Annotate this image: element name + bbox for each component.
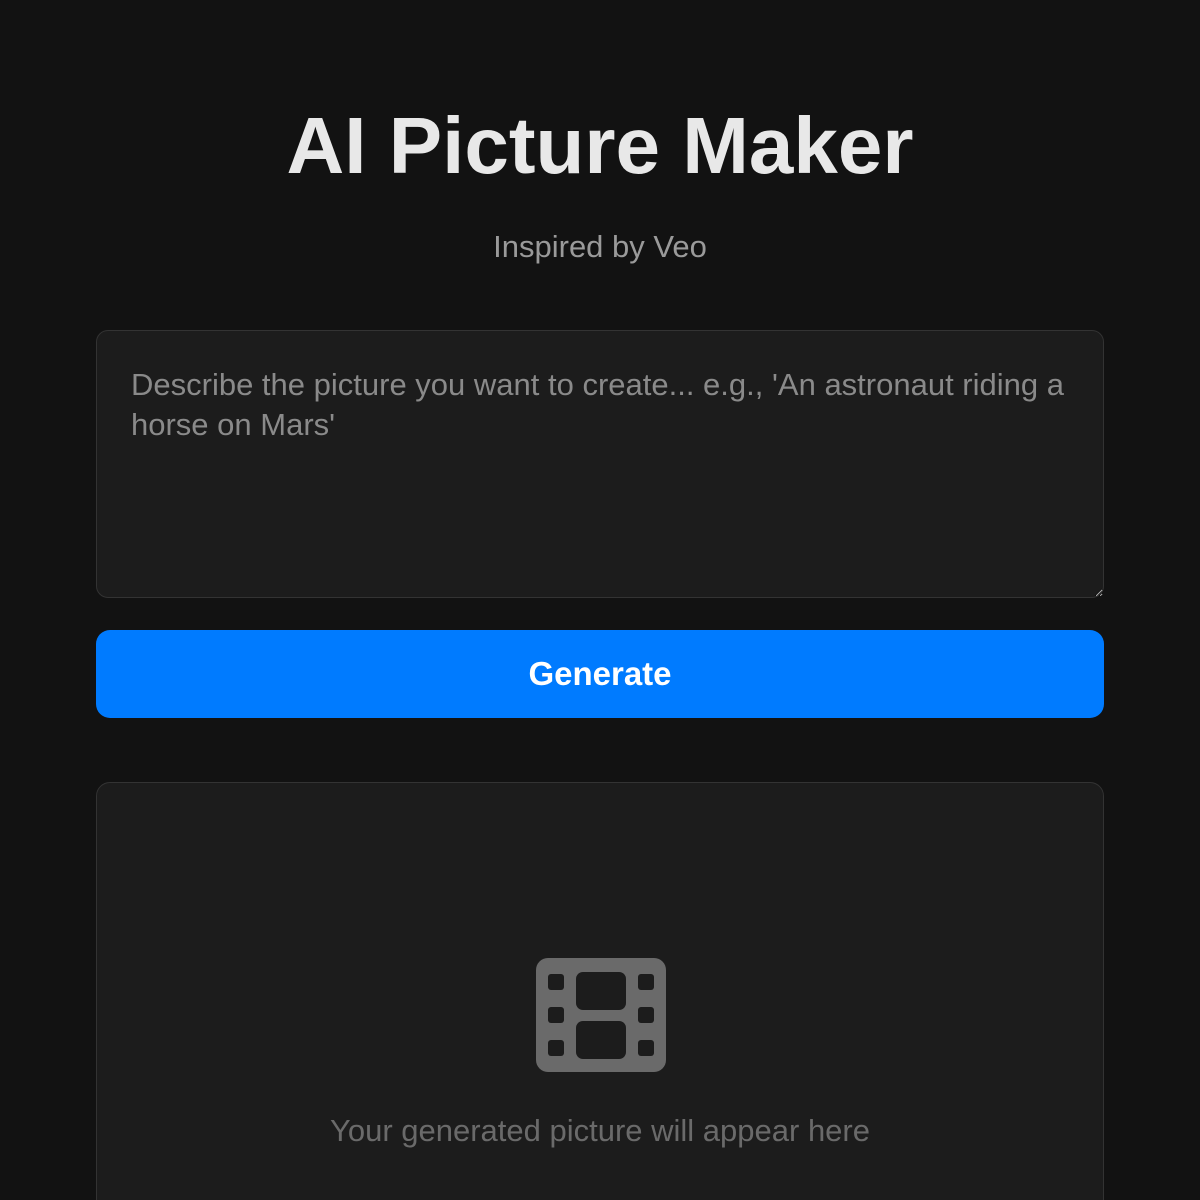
preview-placeholder-text: Your generated picture will appear here (330, 1113, 870, 1148)
film-icon (536, 958, 666, 1072)
app-page: AI Picture Maker Inspired by Veo Generat… (0, 0, 1200, 1200)
page-title: AI Picture Maker (286, 101, 914, 190)
result-preview-area: Your generated picture will appear here (96, 782, 1104, 1200)
generate-button[interactable]: Generate (96, 630, 1104, 718)
page-subtitle: Inspired by Veo (493, 229, 707, 264)
prompt-input[interactable] (96, 330, 1104, 598)
